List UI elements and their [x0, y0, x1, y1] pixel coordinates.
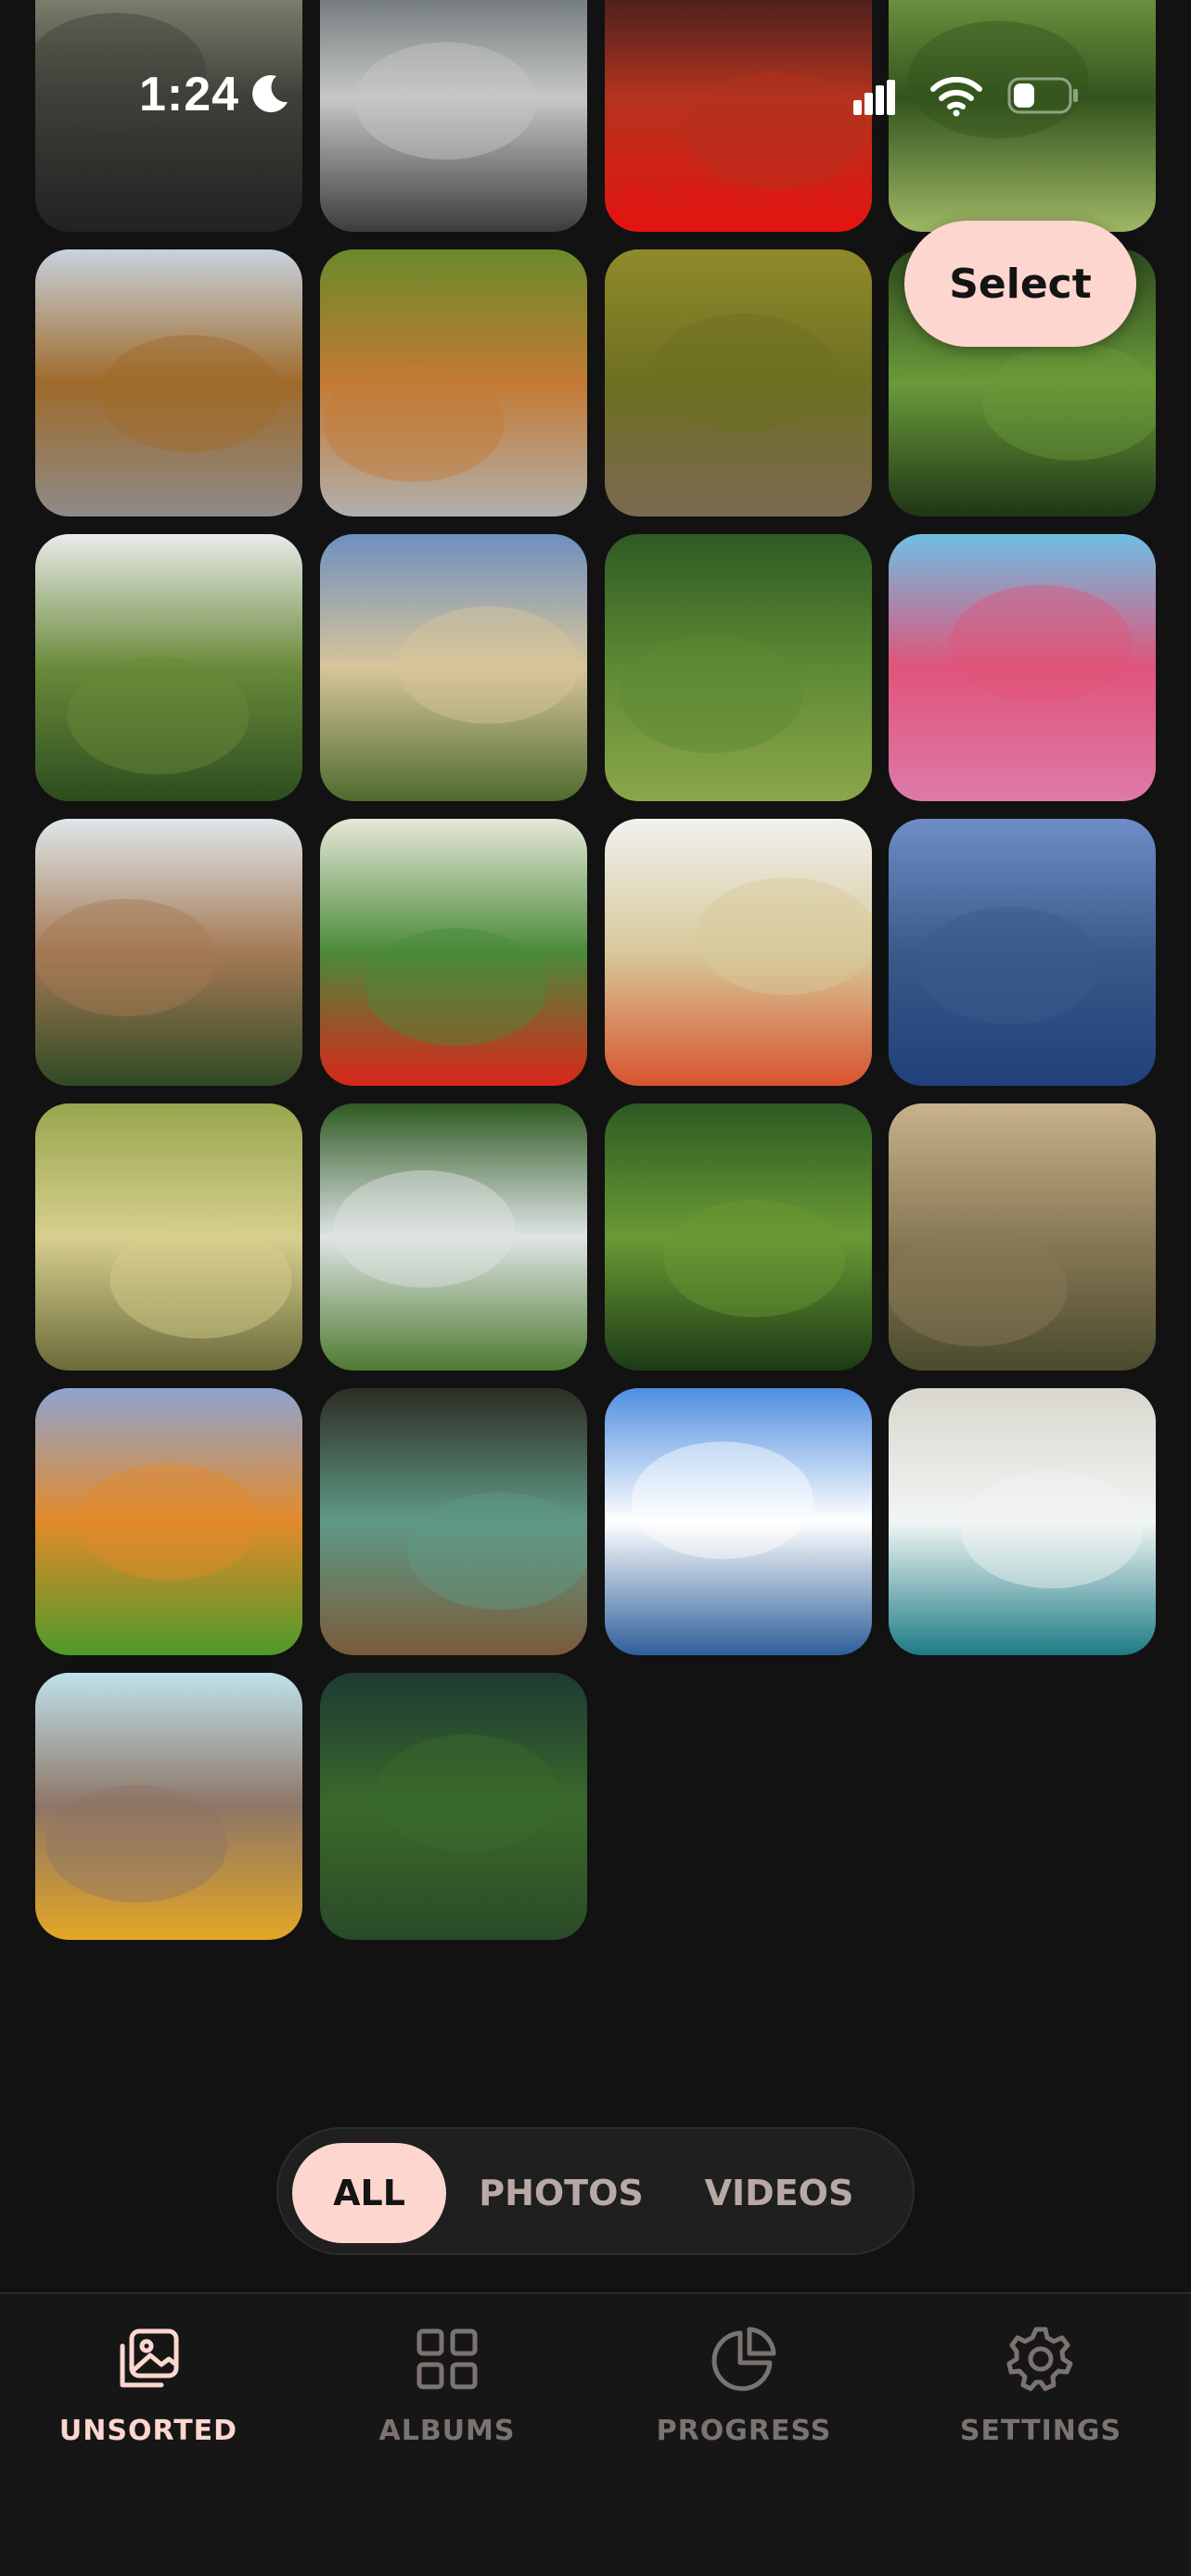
- cloudy-cliffs-sunrise-photo[interactable]: [320, 534, 587, 801]
- green-forest-photo[interactable]: [889, 0, 1156, 232]
- settings-gear-icon: [1006, 2327, 1073, 2391]
- beach-waves-aerial-photo[interactable]: [889, 1388, 1156, 1655]
- misty-mountain-valley-photo[interactable]: [320, 0, 587, 232]
- unsorted-photos-icon: [120, 2328, 179, 2388]
- bottom-tab-bar: UNSORTED ALBUMS PROGRESS SETTINGS: [0, 2292, 1191, 2576]
- filter-videos[interactable]: VIDEOS: [677, 2143, 881, 2243]
- lake-clouds-reflection-photo[interactable]: [605, 1388, 872, 1655]
- spiral-meadow-sunset-photo[interactable]: [35, 1388, 302, 1655]
- filter-all[interactable]: ALL: [292, 2143, 446, 2243]
- half-dome-meadow-photo[interactable]: [35, 819, 302, 1086]
- leafy-bokeh-photo[interactable]: [605, 1103, 872, 1371]
- tab-label-albums: ALBUMS: [378, 2415, 516, 2447]
- mountain-lake-reflection-photo[interactable]: [889, 819, 1156, 1086]
- aerial-forest-photo[interactable]: [605, 534, 872, 801]
- tab-unsorted[interactable]: UNSORTED: [28, 2324, 269, 2472]
- media-filter: ALL PHOTOS VIDEOS: [276, 2127, 915, 2255]
- tab-progress[interactable]: PROGRESS: [623, 2324, 864, 2472]
- red-poppies-photo[interactable]: [320, 819, 587, 1086]
- giant-tree-sunburst-photo[interactable]: [35, 1103, 302, 1371]
- tab-label-unsorted: UNSORTED: [58, 2415, 238, 2447]
- progress-pie-icon: [711, 2327, 776, 2391]
- misty-peaks-hiker-photo[interactable]: [889, 1103, 1156, 1371]
- filter-photos[interactable]: PHOTOS: [464, 2143, 659, 2243]
- winding-road-fog-photo[interactable]: [35, 0, 302, 232]
- red-forest-road-photo[interactable]: [605, 0, 872, 232]
- snowy-mountain-deer-photo[interactable]: [35, 534, 302, 801]
- tab-albums[interactable]: ALBUMS: [327, 2324, 568, 2472]
- dolomites-flowers-photo[interactable]: [35, 1673, 302, 1940]
- waterfall-gorge-photo[interactable]: [320, 1103, 587, 1371]
- autumn-road-photo[interactable]: [35, 249, 302, 516]
- albums-grid-icon: [416, 2328, 478, 2390]
- tab-settings[interactable]: SETTINGS: [920, 2324, 1161, 2472]
- poppy-field-photo[interactable]: [605, 819, 872, 1086]
- tab-label-progress: PROGRESS: [656, 2415, 832, 2447]
- autumn-winding-road-photo[interactable]: [320, 249, 587, 516]
- small-pine-tree-photo[interactable]: [320, 1673, 587, 1940]
- redwood-canopy-photo[interactable]: [320, 1388, 587, 1655]
- pink-trees-river-photo[interactable]: [889, 534, 1156, 801]
- forest-trail-photo[interactable]: [605, 249, 872, 516]
- select-button[interactable]: Select: [904, 221, 1136, 347]
- tab-label-settings: SETTINGS: [959, 2415, 1122, 2447]
